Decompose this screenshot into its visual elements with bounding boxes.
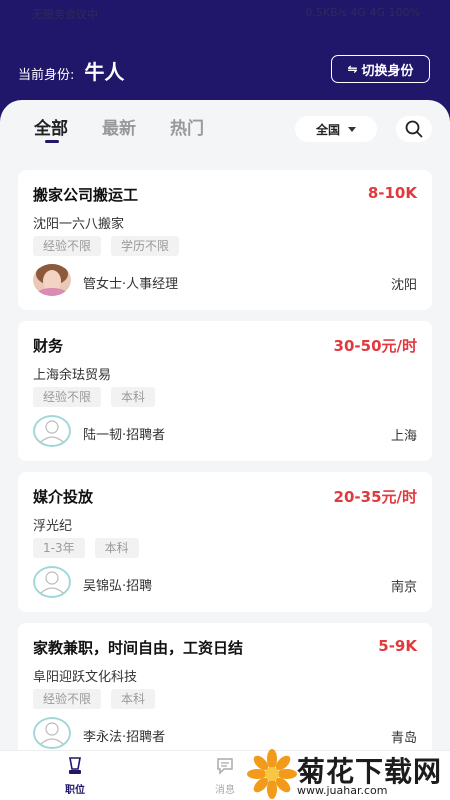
default-avatar-icon	[33, 415, 71, 447]
job-tag: 本科	[111, 689, 156, 709]
company-name: 沈阳一六八搬家	[33, 217, 125, 232]
recruiter-avatar	[33, 264, 71, 296]
recruiter-name: 李永法·招聘者	[83, 730, 166, 745]
job-card[interactable]: 财务 30-50元/时 上海余珐贸易 经验不限 本科 陆一韧·招聘者 上海	[18, 321, 432, 461]
photo-avatar-icon	[33, 264, 71, 296]
chrysanthemum-logo-icon	[247, 749, 297, 799]
watermark: 菊花下载网 www.juahar.com	[245, 748, 450, 800]
company-name: 浮光纪	[33, 519, 73, 534]
job-salary: 8-10K	[367, 184, 417, 202]
status-left: 无服务会议中	[32, 8, 98, 21]
recruiter-avatar	[33, 717, 71, 749]
job-salary: 30-50元/时	[333, 337, 417, 355]
job-city: 南京	[390, 580, 417, 595]
job-tag: 1-3年	[33, 538, 85, 558]
company-name: 上海余珐贸易	[33, 368, 112, 383]
default-avatar-icon	[33, 566, 71, 598]
job-tags: 经验不限 本科	[33, 387, 165, 407]
watermark-url: www.juahar.com	[297, 784, 388, 797]
job-title: 财务	[33, 337, 64, 355]
search-icon	[405, 120, 423, 138]
tab-active-indicator	[45, 140, 59, 143]
job-title: 搬家公司搬运工	[33, 186, 139, 204]
tab-hot[interactable]: 热门	[170, 114, 204, 139]
search-button[interactable]	[396, 116, 432, 142]
recruiter-avatar	[33, 566, 71, 598]
recruiter-name: 吴锦弘·招聘	[83, 579, 153, 594]
job-title: 家教兼职，时间自由，工资日结	[33, 639, 244, 657]
tab-jobs[interactable]: 职位	[40, 757, 110, 796]
job-tag: 经验不限	[33, 387, 102, 407]
tab-latest[interactable]: 最新	[102, 114, 136, 139]
job-tag: 经验不限	[33, 689, 102, 709]
job-tag: 本科	[111, 387, 156, 407]
recruiter-avatar	[33, 415, 71, 447]
status-bar: 无服务会议中 0.5KB/s 4G 4G 100%	[0, 0, 450, 28]
job-tag: 本科	[94, 538, 139, 558]
switch-identity-label: 切换身份	[361, 63, 414, 79]
job-city: 上海	[390, 429, 417, 444]
job-salary: 5-9K	[378, 637, 417, 655]
region-label: 全国	[315, 122, 340, 137]
message-icon	[217, 758, 233, 775]
status-right: 0.5KB/s 4G 4G 100%	[305, 6, 420, 19]
job-title: 媒介投放	[33, 488, 94, 506]
job-tag: 学历不限	[111, 236, 180, 256]
default-avatar-icon	[33, 717, 71, 749]
swap-icon: ⇋	[347, 62, 358, 76]
job-icon	[69, 757, 81, 774]
job-tags: 经验不限 本科	[33, 689, 165, 709]
job-tag: 经验不限	[33, 236, 102, 256]
identity-label: 当前身份:	[18, 68, 75, 83]
job-city: 沈阳	[390, 278, 417, 293]
identity-value: 牛人	[84, 60, 125, 84]
tab-all[interactable]: 全部	[34, 114, 68, 139]
job-tabs: 全部 最新 热门 全国	[0, 100, 450, 160]
job-card[interactable]: 家教兼职，时间自由，工资日结 5-9K 阜阳迎跃文化科技 经验不限 本科 李永法…	[18, 623, 432, 763]
switch-identity-button[interactable]: ⇋ 切换身份	[331, 55, 430, 83]
job-tags: 经验不限 学历不限	[33, 236, 189, 256]
job-tags: 1-3年 本科	[33, 538, 149, 558]
current-identity: 当前身份: 牛人	[18, 56, 124, 85]
recruiter-name: 管女士·人事经理	[83, 277, 179, 292]
company-name: 阜阳迎跃文化科技	[33, 670, 138, 685]
job-city: 青岛	[390, 731, 417, 746]
caret-down-icon	[348, 126, 356, 132]
tab-jobs-label: 职位	[65, 785, 85, 796]
recruiter-name: 陆一韧·招聘者	[83, 428, 166, 443]
region-dropdown[interactable]: 全国	[295, 116, 377, 142]
job-card[interactable]: 媒介投放 20-35元/时 浮光纪 1-3年 本科 吴锦弘·招聘 南京	[18, 472, 432, 612]
job-salary: 20-35元/时	[333, 488, 417, 506]
job-card[interactable]: 搬家公司搬运工 8-10K 沈阳一六八搬家 经验不限 学历不限 管女士·人事经理…	[18, 170, 432, 310]
